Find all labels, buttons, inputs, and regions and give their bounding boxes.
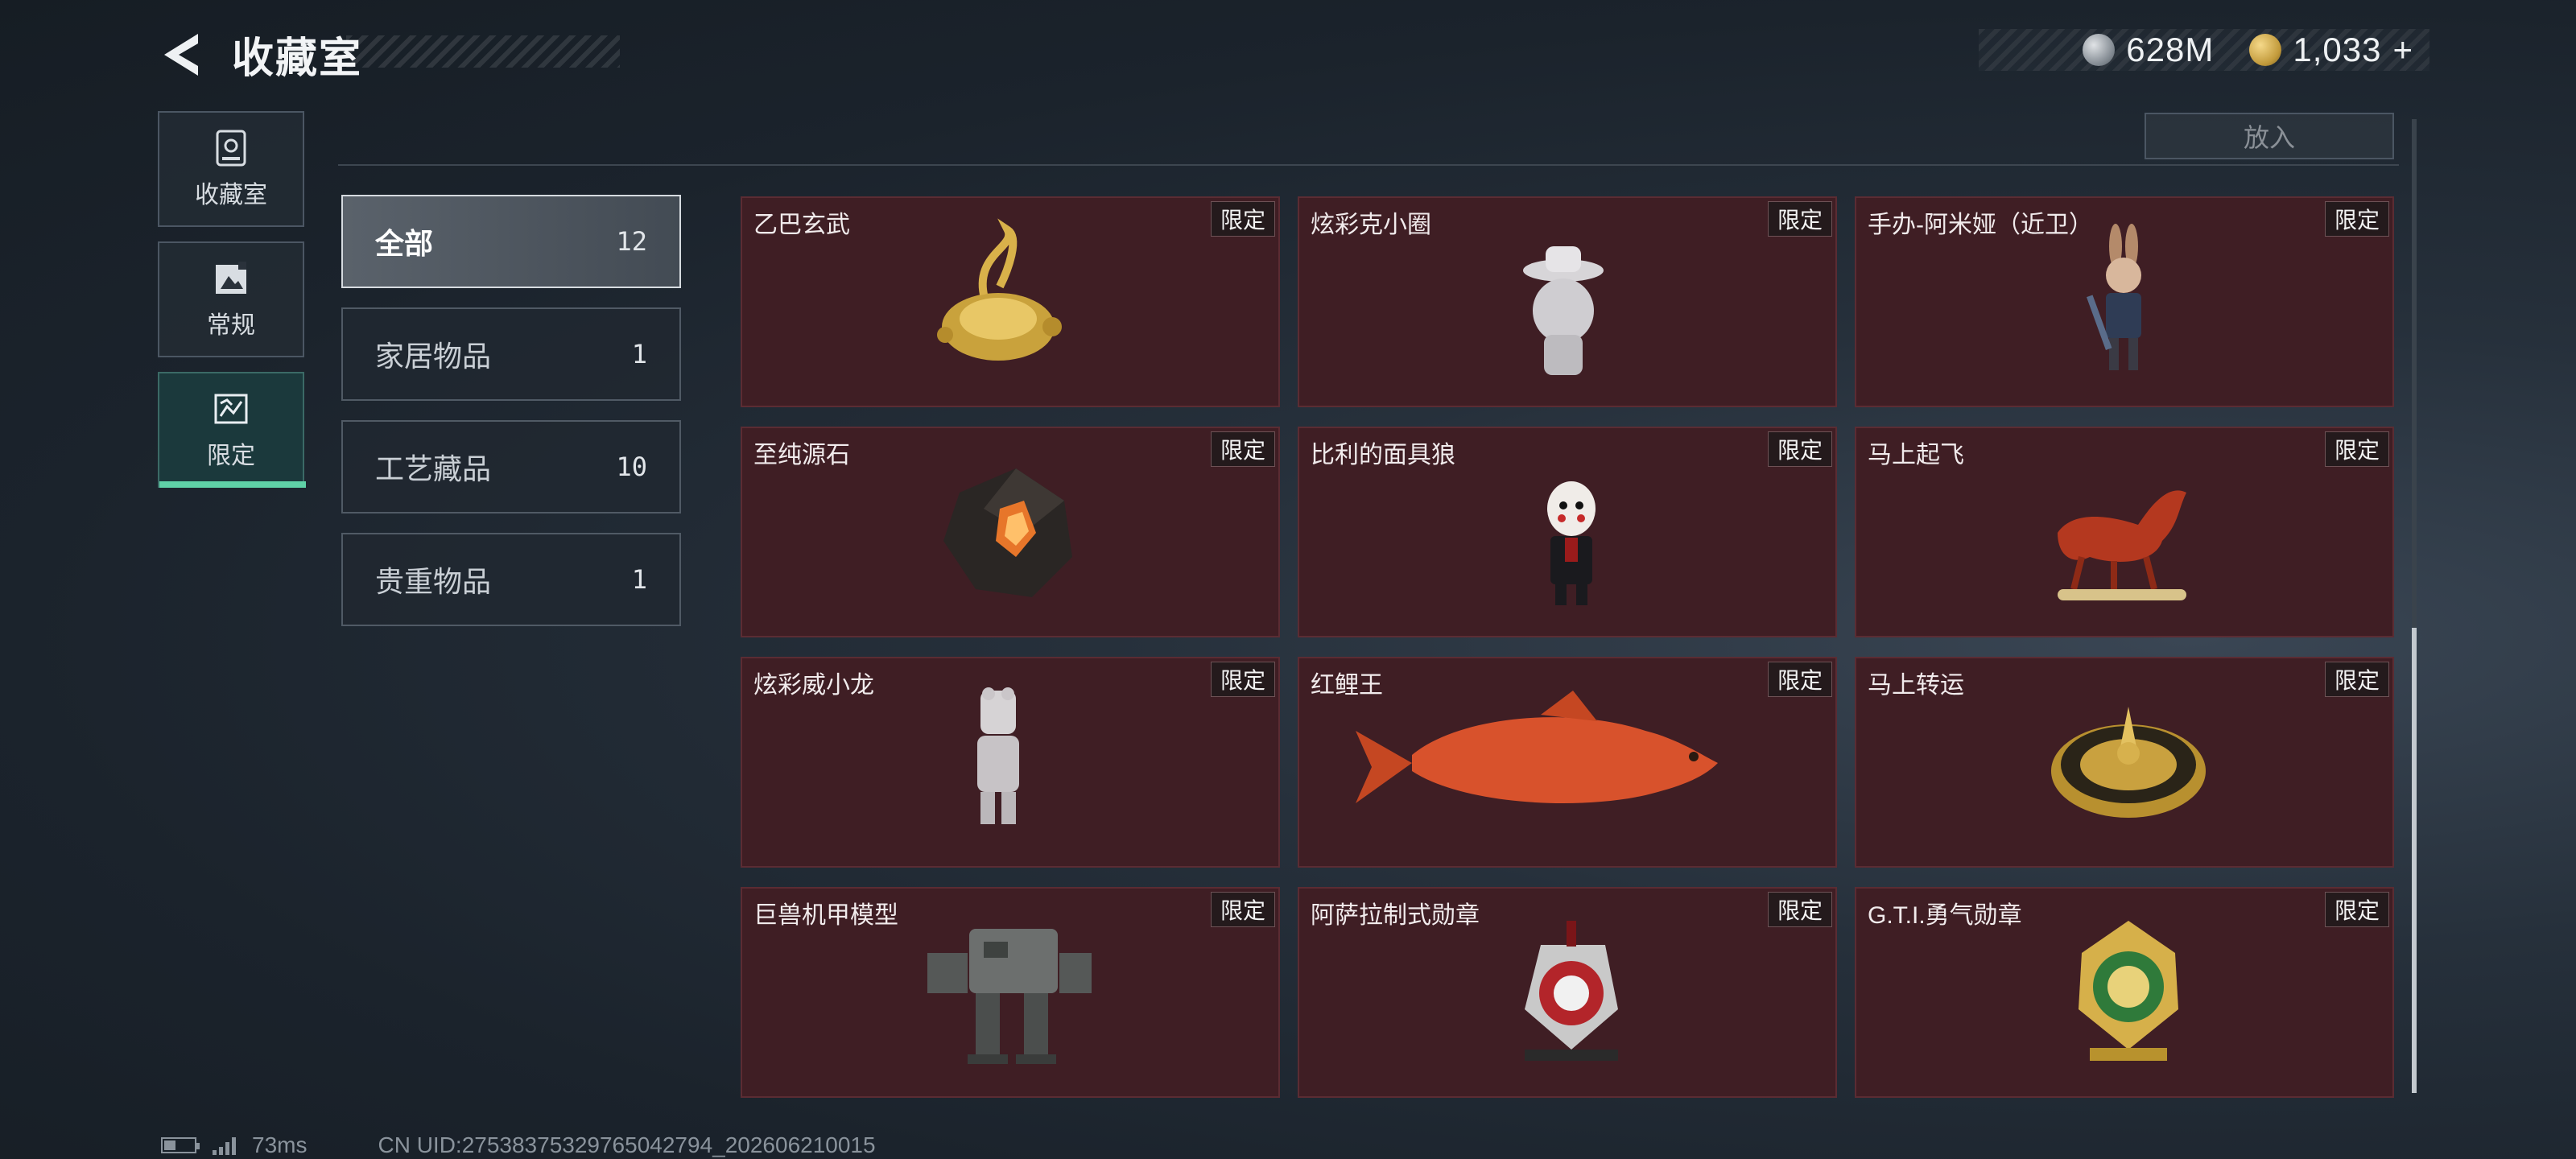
category-count: 10 xyxy=(616,452,647,482)
item-card[interactable]: G.T.I.勇气勋章 限定 xyxy=(1855,887,2394,1098)
item-name: 红鲤王 xyxy=(1311,672,1383,699)
rail-item-label: 限定 xyxy=(207,443,255,469)
limited-badge: 限定 xyxy=(1211,892,1275,927)
uid-text: CN UID:27538375329765042794_202606210015 xyxy=(378,1132,876,1157)
item-card[interactable]: 巨兽机甲模型 限定 xyxy=(741,887,1280,1098)
category-name: 家居物品 xyxy=(375,340,492,373)
item-card[interactable]: 乙巴玄武 限定 xyxy=(741,196,1280,407)
limited-badge: 限定 xyxy=(2325,431,2389,467)
gold-currency-value: 1,033 xyxy=(2293,31,2382,68)
item-name: 炫彩克小圈 xyxy=(1311,212,1431,238)
silver-coin-icon xyxy=(2083,34,2116,66)
item-name: G.T.I.勇气勋章 xyxy=(1868,902,2022,929)
item-name: 手办-阿米娅（近卫） xyxy=(1868,212,2093,238)
item-card[interactable]: 手办-阿米娅（近卫） 限定 xyxy=(1855,196,2394,407)
category-valuables[interactable]: 贵重物品 1 xyxy=(341,533,681,626)
category-name: 全部 xyxy=(375,227,434,260)
limited-badge: 限定 xyxy=(2325,201,2389,237)
item-card[interactable]: 马上起飞 限定 xyxy=(1855,427,2394,637)
regular-frame-icon xyxy=(216,262,246,294)
item-name: 至纯源石 xyxy=(753,442,850,468)
item-card[interactable]: 比利的面具狼 限定 xyxy=(1298,427,1837,637)
rail-item-regular[interactable]: 常规 xyxy=(158,241,304,357)
scrollbar-thumb[interactable] xyxy=(2412,628,2417,1093)
item-card[interactable]: 炫彩克小圈 限定 xyxy=(1298,196,1837,407)
category-name: 工艺藏品 xyxy=(375,452,492,485)
currency-bar: 628M 1,033 + xyxy=(1979,29,2429,71)
battery-icon xyxy=(161,1137,200,1153)
limited-badge: 限定 xyxy=(1768,201,1832,237)
rail-item-label: 收藏室 xyxy=(195,182,267,208)
status-bar: 73ms CN UID:27538375329765042794_2026062… xyxy=(161,1132,876,1159)
limited-badge: 限定 xyxy=(1768,892,1832,927)
item-card[interactable]: 红鲤王 限定 xyxy=(1298,657,1837,868)
limited-badge: 限定 xyxy=(1768,431,1832,467)
category-crafts[interactable]: 工艺藏品 10 xyxy=(341,420,681,514)
category-count: 1 xyxy=(631,564,647,595)
limited-badge: 限定 xyxy=(1211,431,1275,467)
item-card[interactable]: 炫彩威小龙 限定 xyxy=(741,657,1280,868)
ping-value: 73ms xyxy=(252,1132,308,1157)
limited-badge: 限定 xyxy=(1211,662,1275,697)
put-in-button[interactable]: 放入 xyxy=(2145,113,2394,159)
limited-badge: 限定 xyxy=(2325,892,2389,927)
item-name: 乙巴玄武 xyxy=(753,212,850,238)
item-card[interactable]: 至纯源石 限定 xyxy=(741,427,1280,637)
item-card[interactable]: 阿萨拉制式勋章 限定 xyxy=(1298,887,1837,1098)
category-count: 1 xyxy=(631,339,647,369)
rail-item-collection[interactable]: 收藏室 xyxy=(158,111,304,227)
item-name: 炫彩威小龙 xyxy=(753,672,874,699)
category-name: 贵重物品 xyxy=(375,565,492,598)
item-name: 巨兽机甲模型 xyxy=(753,902,898,929)
content-divider xyxy=(338,164,2399,166)
limited-frame-icon xyxy=(214,394,248,424)
page-title: 收藏室 xyxy=(232,35,363,82)
back-button[interactable] xyxy=(158,29,209,80)
signal-icon xyxy=(213,1136,236,1155)
gold-coin-icon xyxy=(2249,34,2282,66)
item-name: 阿萨拉制式勋章 xyxy=(1311,902,1480,929)
category-count: 12 xyxy=(616,226,647,257)
collection-room-icon xyxy=(216,130,246,167)
limited-badge: 限定 xyxy=(1768,662,1832,697)
item-card[interactable]: 马上转运 限定 xyxy=(1855,657,2394,868)
limited-badge: 限定 xyxy=(1211,201,1275,237)
item-name: 马上转运 xyxy=(1868,672,1964,699)
rail-item-label: 常规 xyxy=(207,312,255,339)
title-decoration xyxy=(346,35,620,68)
back-arrow-icon xyxy=(164,34,198,76)
active-indicator xyxy=(159,481,306,488)
item-name: 马上起飞 xyxy=(1868,442,1964,468)
rail-item-limited[interactable]: 限定 xyxy=(158,372,306,488)
limited-badge: 限定 xyxy=(2325,662,2389,697)
add-currency-button[interactable]: + xyxy=(2392,31,2413,69)
item-name: 比利的面具狼 xyxy=(1311,442,1455,468)
category-home-items[interactable]: 家居物品 1 xyxy=(341,307,681,401)
silver-currency-value: 628M xyxy=(2126,31,2215,68)
category-all[interactable]: 全部 12 xyxy=(341,195,681,288)
